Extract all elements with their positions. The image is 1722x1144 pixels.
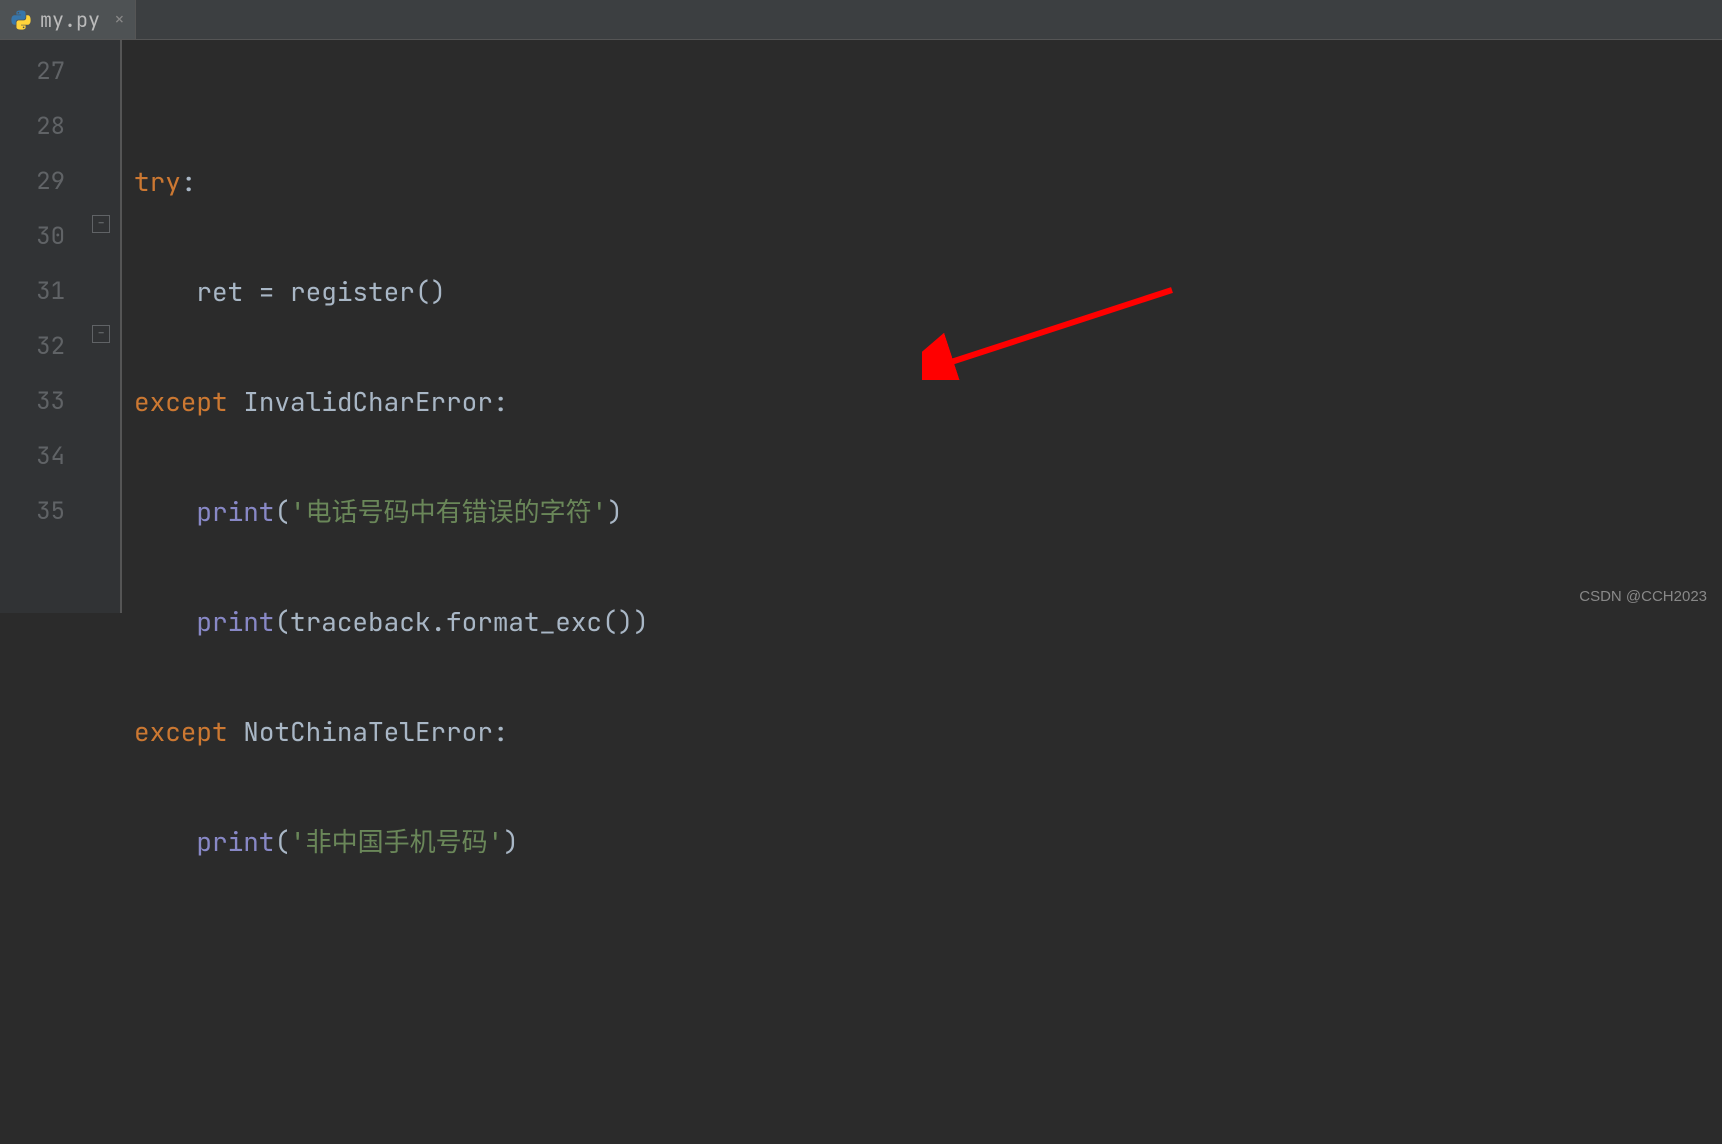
fold-gutter: − − [90, 40, 120, 613]
line-number-gutter: 27 28 29 30 31 32 33 34 35 [0, 40, 90, 613]
line-number: 32 [0, 319, 65, 374]
line-number: 30 [0, 209, 65, 264]
code-line: ret = register() [134, 264, 1722, 319]
editor: 27 28 29 30 31 32 33 34 35 − − try: ret … [0, 40, 1722, 613]
code-line: try: [134, 154, 1722, 209]
tab-bar: my.py × [0, 0, 1722, 40]
code-line: print('非中国手机号码') [134, 814, 1722, 869]
line-number: 28 [0, 99, 65, 154]
code-line: except InvalidCharError: [134, 374, 1722, 429]
line-number: 31 [0, 264, 65, 319]
python-file-icon [10, 9, 32, 31]
line-number: 29 [0, 154, 65, 209]
fold-toggle-icon[interactable]: − [92, 215, 110, 233]
line-number: 27 [0, 44, 65, 99]
code-line: print('电话号码中有错误的字符') [134, 484, 1722, 539]
line-number: 35 [0, 484, 65, 539]
file-tab[interactable]: my.py × [0, 0, 136, 39]
fold-toggle-icon[interactable]: − [92, 325, 110, 343]
code-area[interactable]: try: ret = register() except InvalidChar… [122, 40, 1722, 613]
code-line: except NotChinaTelError: [134, 704, 1722, 759]
line-number: 34 [0, 429, 65, 484]
watermark: CSDN @CCH2023 [1579, 588, 1707, 605]
code-line: print(traceback.format_exc()) [134, 594, 1722, 649]
close-icon[interactable]: × [114, 8, 125, 31]
tab-filename: my.py [40, 7, 100, 33]
line-number: 33 [0, 374, 65, 429]
